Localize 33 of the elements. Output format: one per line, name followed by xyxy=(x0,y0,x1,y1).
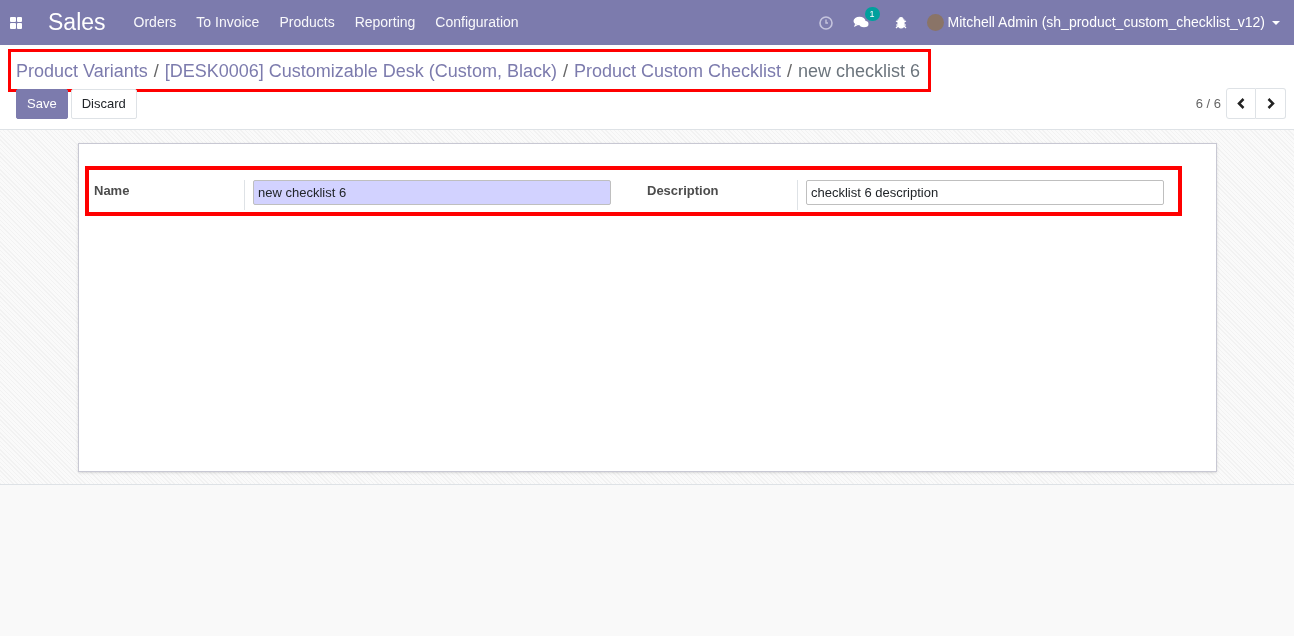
text-field[interactable]: new checklist 6 xyxy=(253,180,611,205)
menu-item[interactable]: Configuration xyxy=(425,12,529,33)
pager-value: 6 / 6 xyxy=(1195,94,1221,113)
menu-item[interactable]: To Invoice xyxy=(186,12,270,33)
bug-icon[interactable] xyxy=(894,16,907,29)
user-menu[interactable]: Mitchell Admin (sh_product_custom_checklist_v12) xyxy=(926,12,1280,33)
menu-item[interactable]: Reporting xyxy=(344,12,426,33)
save-button[interactable]: Save xyxy=(16,89,68,119)
avatar xyxy=(926,14,944,31)
breadcrumb-link[interactable]: Product Variants xyxy=(16,58,148,85)
breadcrumb-link[interactable]: [DESK0006] Customizable Desk (Custom, Black) xyxy=(164,58,557,85)
app-title[interactable]: Sales xyxy=(48,5,106,40)
field-label: Name xyxy=(94,180,245,210)
caret-icon xyxy=(1272,20,1280,25)
text-field[interactable]: checklist 6 description xyxy=(806,180,1164,205)
chat-icon[interactable] xyxy=(852,16,869,29)
breadcrumb-link[interactable]: Product Custom Checklist xyxy=(573,58,781,85)
discard-button[interactable]: Discard xyxy=(70,89,137,119)
next-button[interactable] xyxy=(1256,88,1286,119)
breadcrumb-separator: / xyxy=(562,60,568,83)
unread-count-badge: 1 xyxy=(864,7,880,21)
apps-menu-icon[interactable] xyxy=(10,16,22,29)
menu-item[interactable]: Orders xyxy=(123,12,187,33)
breadcrumb-separator: / xyxy=(787,60,792,83)
chevron-right-icon xyxy=(1266,98,1275,109)
clock-icon[interactable] xyxy=(818,15,833,30)
breadcrumb-current: new checklist 6 xyxy=(798,60,921,83)
chevron-left-icon xyxy=(1237,98,1245,109)
user-name: Mitchell Admin (sh_product_custom_checklist_v12) xyxy=(947,13,1265,32)
field-label: Description xyxy=(647,180,798,210)
menu-item[interactable]: Products xyxy=(269,12,345,33)
previous-button[interactable] xyxy=(1226,88,1256,119)
breadcrumb-separator: / xyxy=(153,60,159,83)
